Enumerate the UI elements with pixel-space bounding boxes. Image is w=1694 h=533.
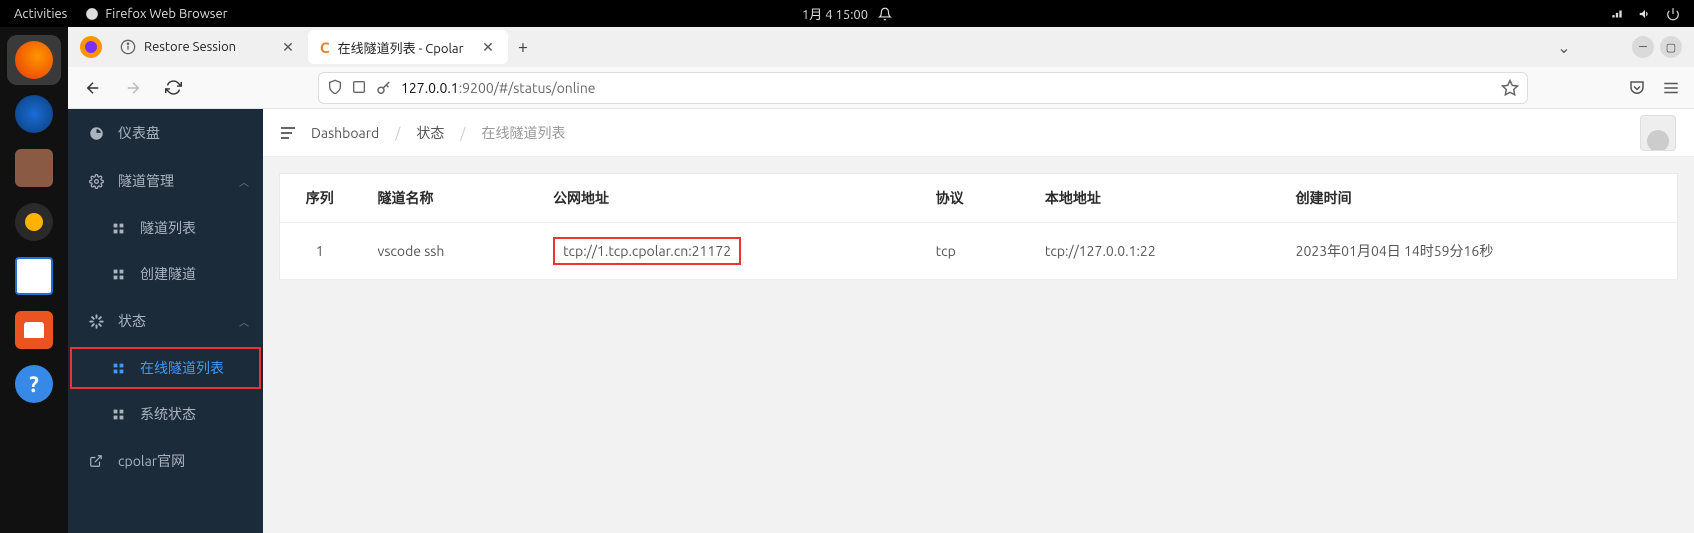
- reload-button[interactable]: [158, 73, 188, 103]
- breadcrumb-bar: Dashboard / 状态 / 在线隧道列表: [263, 109, 1694, 157]
- current-app-indicator[interactable]: Firefox Web Browser: [85, 7, 227, 21]
- cog-icon: [88, 174, 104, 189]
- cell-proto: tcp: [918, 223, 1027, 280]
- external-link-icon: [88, 454, 104, 468]
- gnome-top-bar: Activities Firefox Web Browser 1月 4 15:0…: [0, 0, 1694, 27]
- page-content: 仪表盘 隧道管理 ︿ 隧道列表 创建隧道 状态 ︿ 在线隧: [68, 109, 1694, 533]
- spinner-icon: [88, 314, 104, 329]
- sidebar-online-list[interactable]: 在线隧道列表: [68, 345, 263, 391]
- dock-libreoffice[interactable]: [7, 251, 61, 301]
- app-sidebar: 仪表盘 隧道管理 ︿ 隧道列表 创建隧道 状态 ︿ 在线隧: [68, 109, 263, 533]
- dock-firefox[interactable]: [7, 35, 61, 85]
- pocket-icon[interactable]: [1628, 79, 1646, 97]
- back-button[interactable]: [78, 73, 108, 103]
- permissions-icon: [351, 79, 367, 95]
- cell-public: tcp://1.tcp.cpolar.cn:21172: [535, 223, 918, 280]
- col-proto: 协议: [918, 174, 1027, 223]
- breadcrumb-l2: 在线隧道列表: [482, 123, 566, 143]
- cpolar-favicon-icon: C: [320, 39, 330, 56]
- dock-software[interactable]: [7, 305, 61, 355]
- forward-button[interactable]: [118, 73, 148, 103]
- minimize-button[interactable]: ─: [1632, 36, 1654, 58]
- firefox-logo-icon: [74, 30, 108, 64]
- maximize-button[interactable]: ▢: [1660, 36, 1682, 58]
- sidebar-tunnel-list[interactable]: 隧道列表: [68, 205, 263, 251]
- tab-label: Restore Session: [144, 40, 236, 54]
- grid-icon: [110, 362, 126, 375]
- url-text: 127.0.0.1:9200/#/status/online: [401, 80, 596, 96]
- bookmark-star-icon[interactable]: [1501, 79, 1519, 97]
- sidebar-dashboard[interactable]: 仪表盘: [68, 109, 263, 157]
- main-area: Dashboard / 状态 / 在线隧道列表 序列 隧道名称 公网地址 协议 …: [263, 109, 1694, 533]
- network-icon[interactable]: [1610, 7, 1624, 21]
- new-tab-button[interactable]: +: [508, 32, 538, 62]
- grid-icon: [110, 222, 126, 235]
- col-created: 创建时间: [1278, 174, 1678, 223]
- ubuntu-dock: ?: [0, 27, 68, 533]
- close-icon[interactable]: ✕: [280, 39, 296, 55]
- notification-bell-icon[interactable]: [878, 7, 892, 21]
- table-row: 1 vscode ssh tcp://1.tcp.cpolar.cn:21172…: [280, 223, 1678, 280]
- activities-button[interactable]: Activities: [14, 7, 67, 21]
- dock-thunderbird[interactable]: [7, 89, 61, 139]
- sidebar-item-label: 隧道列表: [140, 218, 196, 238]
- avatar[interactable]: [1640, 115, 1676, 151]
- tab-cpolar[interactable]: C 在线隧道列表 - Cpolar ✕: [308, 30, 508, 64]
- public-url-highlight: tcp://1.tcp.cpolar.cn:21172: [553, 237, 741, 265]
- cell-created: 2023年01月04日 14时59分16秒: [1278, 223, 1678, 280]
- tab-restore-session[interactable]: Restore Session ✕: [108, 30, 308, 64]
- dock-files[interactable]: [7, 143, 61, 193]
- sidebar-item-label: 在线隧道列表: [140, 358, 224, 378]
- cell-name: vscode ssh: [360, 223, 536, 280]
- key-icon: [375, 79, 393, 97]
- sidebar-status[interactable]: 状态 ︿: [68, 297, 263, 345]
- clock[interactable]: 1月 4 15:00: [802, 4, 868, 23]
- power-icon[interactable]: [1666, 7, 1680, 21]
- dock-help[interactable]: ?: [7, 359, 61, 409]
- sidebar-cpolar-site[interactable]: cpolar官网: [68, 437, 263, 485]
- dashboard-icon: [88, 126, 104, 141]
- table-header-row: 序列 隧道名称 公网地址 协议 本地地址 创建时间: [280, 174, 1678, 223]
- sidebar-item-label: 仪表盘: [118, 123, 160, 143]
- cell-local: tcp://127.0.0.1:22: [1027, 223, 1278, 280]
- chevron-up-icon: ︿: [239, 174, 249, 189]
- cell-seq: 1: [280, 223, 360, 280]
- sidebar-item-label: 创建隧道: [140, 264, 196, 284]
- info-icon: [120, 39, 136, 55]
- dock-rhythmbox[interactable]: [7, 197, 61, 247]
- col-seq: 序列: [280, 174, 360, 223]
- tab-label: 在线隧道列表 - Cpolar: [338, 38, 464, 57]
- content: 序列 隧道名称 公网地址 协议 本地地址 创建时间 1 vscode ssh t: [263, 157, 1694, 296]
- app-menu-icon[interactable]: [1662, 79, 1680, 97]
- firefox-window: Restore Session ✕ C 在线隧道列表 - Cpolar ✕ + …: [68, 27, 1694, 533]
- breadcrumb-root[interactable]: Dashboard: [311, 125, 379, 141]
- grid-icon: [110, 268, 126, 281]
- tab-dropdown-button[interactable]: ⌄: [1552, 35, 1576, 59]
- col-public: 公网地址: [535, 174, 918, 223]
- sidebar-toggle-icon[interactable]: [281, 127, 295, 139]
- sidebar-create-tunnel[interactable]: 创建隧道: [68, 251, 263, 297]
- tunnel-table: 序列 隧道名称 公网地址 协议 本地地址 创建时间 1 vscode ssh t: [279, 173, 1678, 280]
- sidebar-item-label: cpolar官网: [118, 451, 185, 471]
- firefox-icon: [85, 7, 99, 21]
- col-name: 隧道名称: [360, 174, 536, 223]
- grid-icon: [110, 408, 126, 421]
- sidebar-item-label: 状态: [118, 311, 146, 331]
- sidebar-tunnel-mgmt[interactable]: 隧道管理 ︿: [68, 157, 263, 205]
- sidebar-sys-status[interactable]: 系统状态: [68, 391, 263, 437]
- close-icon[interactable]: ✕: [480, 39, 496, 55]
- col-local: 本地地址: [1027, 174, 1278, 223]
- toolbar: 127.0.0.1:9200/#/status/online: [68, 67, 1694, 109]
- tab-strip: Restore Session ✕ C 在线隧道列表 - Cpolar ✕ + …: [68, 27, 1694, 67]
- address-bar[interactable]: 127.0.0.1:9200/#/status/online: [318, 72, 1528, 104]
- sidebar-item-label: 系统状态: [140, 404, 196, 424]
- breadcrumb-l1[interactable]: 状态: [416, 123, 444, 143]
- volume-icon[interactable]: [1638, 7, 1652, 21]
- shield-icon: [327, 79, 343, 95]
- sidebar-item-label: 隧道管理: [118, 171, 174, 191]
- chevron-up-icon: ︿: [239, 314, 249, 329]
